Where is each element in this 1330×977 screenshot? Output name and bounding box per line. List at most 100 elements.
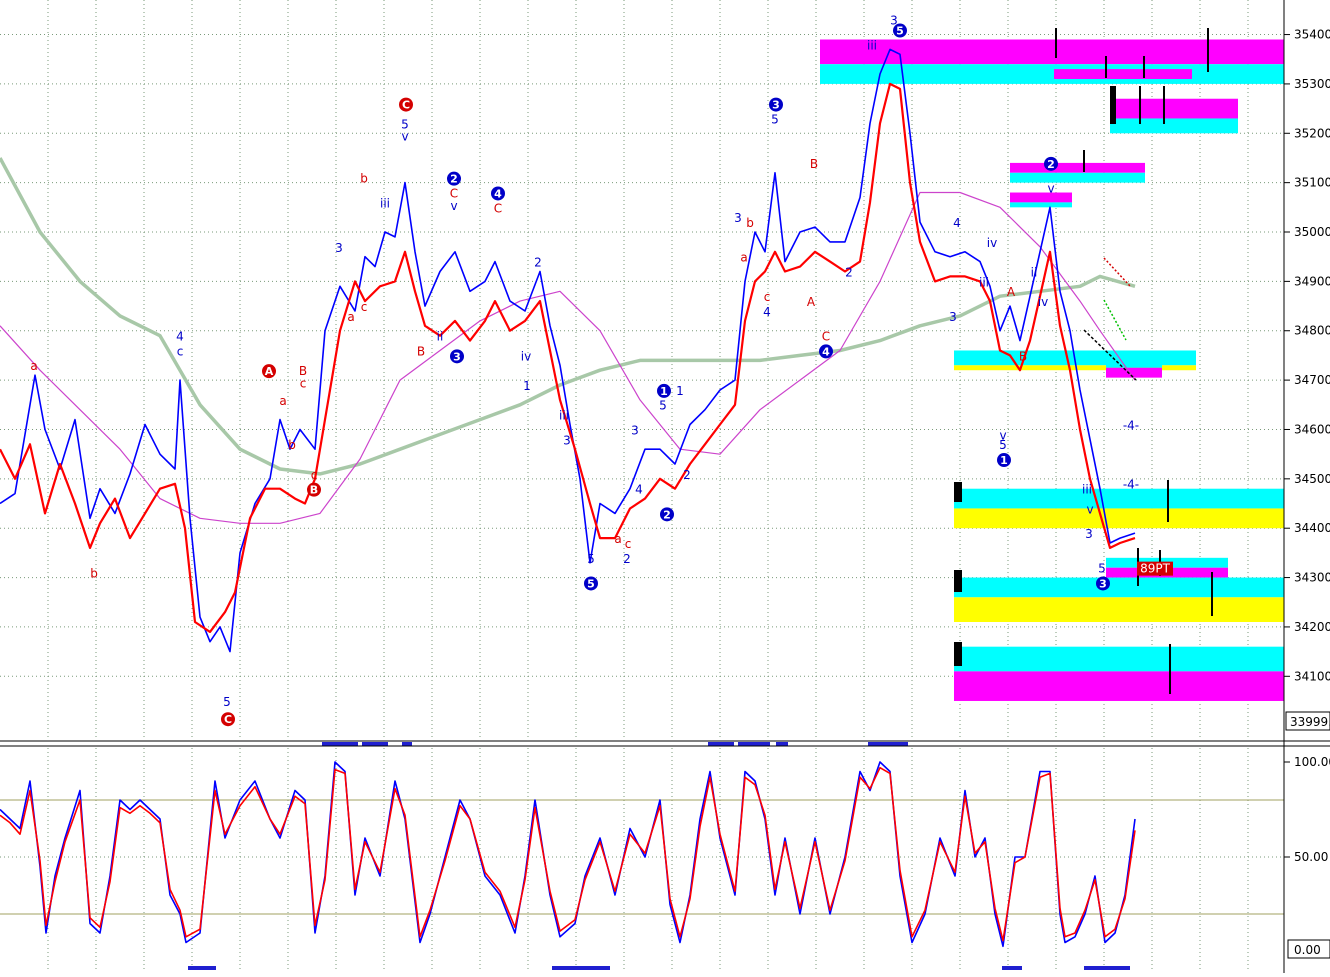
- wave-label: 2: [450, 173, 458, 186]
- wave-label: a: [614, 532, 621, 546]
- wave-label: C: [494, 201, 502, 215]
- wave-label: 3: [734, 211, 742, 225]
- wave-label: 4: [176, 330, 184, 344]
- price-zone: [1010, 172, 1145, 183]
- wave-label: 2: [683, 468, 691, 482]
- zone-marker-block: [954, 570, 962, 592]
- badge-label: 89PT: [1140, 562, 1171, 576]
- y-tick-label: 35000: [1294, 225, 1330, 239]
- signal-bar: [708, 742, 734, 746]
- wave-label: C: [224, 713, 232, 726]
- wave-label: 2: [663, 508, 671, 521]
- y-tick-label: 34800: [1294, 324, 1330, 338]
- price-zone: [1010, 162, 1145, 173]
- wave-label: iii: [1082, 483, 1092, 497]
- signal-bar: [868, 742, 908, 746]
- wave-label: 3: [335, 241, 343, 255]
- y-tick-label: 34500: [1294, 472, 1330, 486]
- wave-label: v: [1047, 182, 1054, 196]
- wave-label: C: [402, 99, 410, 112]
- signal-bar: [322, 742, 358, 746]
- price-zone: [954, 597, 1284, 622]
- wave-label: a: [347, 310, 354, 324]
- signal-bar: [402, 742, 412, 746]
- y-tick-label: 35400: [1294, 28, 1330, 42]
- y-last-label: 33999.: [1290, 715, 1330, 729]
- y-tick-label: 34900: [1294, 274, 1330, 288]
- wave-label: 5: [587, 577, 595, 590]
- y-tick-label: 34100: [1294, 669, 1330, 683]
- wave-label: c: [361, 300, 368, 314]
- signal-bar: [776, 742, 788, 746]
- wave-label: v: [450, 199, 457, 213]
- wave-label: b: [90, 567, 98, 581]
- osc-y-tick-label: 100.00: [1294, 755, 1330, 769]
- y-tick-label: 34300: [1294, 571, 1330, 585]
- wave-label: 3: [453, 350, 461, 363]
- y-tick-label: 34200: [1294, 620, 1330, 634]
- wave-label: a: [740, 251, 747, 265]
- y-tick-label: 35300: [1294, 77, 1330, 91]
- wave-label: 1: [660, 385, 668, 398]
- zone-marker-block: [954, 642, 962, 666]
- zone-marker-block: [1110, 86, 1116, 124]
- wave-label: 5: [587, 552, 595, 566]
- y-tick-label: 35100: [1294, 176, 1330, 190]
- wave-label: a: [279, 394, 286, 408]
- wave-label: ii: [1031, 265, 1038, 279]
- wave-label: iii: [867, 38, 877, 52]
- wave-label: 5: [223, 695, 231, 709]
- wave-label: B: [810, 157, 818, 171]
- wave-label: -4-: [1123, 478, 1139, 492]
- y-tick-label: 34600: [1294, 422, 1330, 436]
- price-zone: [954, 508, 1284, 529]
- wave-label: A: [807, 295, 816, 309]
- wave-label: C: [822, 330, 830, 344]
- price-zone: [1054, 69, 1192, 79]
- wave-label: iv: [521, 349, 531, 363]
- zone-marker-block: [954, 482, 962, 502]
- wave-label: 2: [1047, 158, 1055, 171]
- y-tick-label: 34400: [1294, 521, 1330, 535]
- wave-label: 5: [1098, 562, 1106, 576]
- price-zone: [820, 64, 1284, 84]
- price-zone: [1010, 192, 1072, 203]
- osc-signal-bar: [188, 966, 216, 970]
- price-zone: [954, 577, 1284, 598]
- wave-label: 2: [623, 552, 631, 566]
- wave-label: 5: [659, 399, 667, 413]
- chart-canvas: ab4c5CAabBccB3acbiiiC5vBii2Cv34Civ21iii3…: [0, 0, 1330, 973]
- wave-label: 5: [896, 25, 904, 38]
- wave-label: 3: [563, 433, 571, 447]
- wave-label: A: [265, 365, 274, 378]
- wave-label: B: [1019, 349, 1027, 363]
- wave-label: 1: [676, 384, 684, 398]
- osc-last-label: 0.00: [1294, 943, 1321, 957]
- wave-label: c: [625, 537, 632, 551]
- osc-signal-bar: [1084, 966, 1130, 970]
- wave-label: 2: [845, 265, 853, 279]
- wave-label: ii: [437, 330, 444, 344]
- wave-label: 2: [534, 256, 542, 270]
- osc-y-tick-label: 50.00: [1294, 850, 1328, 864]
- wave-label: b: [360, 172, 368, 186]
- wave-label: 3: [1085, 527, 1093, 541]
- wave-label: 4: [494, 187, 502, 200]
- wave-label: 3: [1099, 577, 1107, 590]
- price-zone: [1110, 118, 1238, 134]
- chart-container: a b 4 c 5 C Aa b Bc c B 3 a c b iii C 5 v Bii 2 Cv 3 4 Civ 2 1 iii 3…: [0, 0, 1330, 973]
- wave-label: 1: [523, 379, 531, 393]
- wave-label: b: [288, 438, 296, 452]
- wave-label: 5: [771, 112, 779, 126]
- wave-label: 3: [772, 99, 780, 112]
- wave-label: B: [417, 344, 425, 358]
- wave-label: c: [311, 468, 318, 482]
- osc-signal-bar: [552, 966, 610, 970]
- wave-label: 4: [953, 216, 961, 230]
- wave-label: iv: [987, 236, 997, 250]
- price-zone: [954, 671, 1284, 701]
- wave-label: iii: [979, 275, 989, 289]
- wave-label: c: [177, 344, 184, 358]
- wave-label: 4: [635, 483, 643, 497]
- price-zone: [1106, 367, 1162, 378]
